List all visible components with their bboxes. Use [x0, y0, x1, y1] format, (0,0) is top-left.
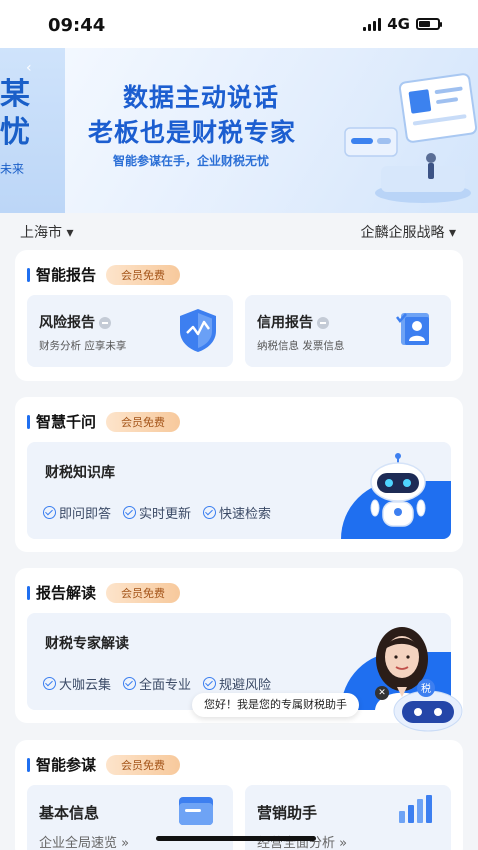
banner-tagline: 智能参谋在手，企业财税无忧: [113, 154, 270, 168]
section-title: 智能参谋: [36, 756, 97, 774]
tag-item: 即问即答: [43, 503, 111, 522]
assistant-greeting-bubble[interactable]: 您好！我是您的专属财税助手: [192, 693, 359, 717]
banner-headline-1: 数据主动说话: [123, 83, 280, 112]
smart-qa-card: 智慧千问 会员免费 财税知识库 即问即答 实时更新 快速检索: [15, 397, 463, 552]
tag-item: 全面专业: [123, 674, 191, 693]
info-icon[interactable]: [99, 317, 111, 329]
member-free-badge: 会员免费: [106, 264, 181, 285]
home-indicator[interactable]: [156, 836, 316, 841]
basic-info-desc: 企业全局速览 »: [39, 836, 130, 850]
section-title: 报告解读: [36, 584, 97, 602]
knowledge-base-title: 财税知识库: [45, 465, 115, 481]
smart-report-card: 智能报告 会员免费 风险报告 财务分析 应享未享 信用报告 纳税信息 发票信息: [15, 250, 463, 381]
status-icons: 4G: [363, 15, 442, 33]
info-icon[interactable]: [317, 317, 329, 329]
member-free-badge: 会员免费: [106, 411, 181, 432]
credit-report-desc: 纳税信息 发票信息: [257, 340, 345, 352]
feature-tags: 大咖云集 全面专业 规避风险: [43, 674, 271, 693]
promo-banner[interactable]: ‹ 某 忧 未来 数据主动说话 老板也是财税专家 智能参谋在手，企业财税无忧: [0, 48, 478, 213]
battery-icon: [416, 18, 442, 30]
risk-report-desc: 财务分析 应享未享: [39, 340, 127, 352]
member-free-badge: 会员免费: [106, 582, 181, 603]
section-header: 智能参谋 会员免费: [27, 754, 181, 775]
status-bar: 09:44 4G: [0, 0, 478, 50]
basic-info-title: 基本信息: [39, 804, 100, 822]
tag-item: 快速检索: [203, 503, 271, 522]
check-circle-icon: [43, 677, 56, 690]
clock: 09:44: [48, 15, 106, 36]
bar-chart-icon: [399, 795, 432, 823]
city-selector[interactable]: 上海市 ▾: [20, 222, 73, 242]
folder-icon: [179, 797, 213, 825]
strategy-selector[interactable]: 企麟企服战略 ▾: [361, 222, 456, 242]
previous-slide-title: 某 忧: [0, 77, 30, 150]
previous-slide-subtitle: 未来: [0, 162, 25, 176]
tag-item: 实时更新: [123, 503, 191, 522]
member-free-badge: 会员免费: [106, 754, 181, 775]
check-circle-icon: [43, 506, 56, 519]
feature-tags: 即问即答 实时更新 快速检索: [43, 503, 271, 522]
tag-item: 规避风险: [203, 674, 271, 693]
tax-badge: 税: [421, 682, 431, 695]
smart-advisor-card: 智能参谋 会员免费 基本信息 企业全局速览 » 营销助手 经营全面分析 »: [15, 740, 463, 850]
credit-report-tile[interactable]: 信用报告 纳税信息 发票信息: [245, 295, 451, 367]
risk-report-title: 风险报告: [39, 312, 111, 332]
expert-interpretation-title: 财税专家解读: [45, 636, 129, 652]
assistant-robot-icon[interactable]: 税: [388, 677, 468, 735]
check-circle-icon: [203, 506, 217, 519]
marketing-assistant-desc: 经营全面分析 »: [257, 836, 348, 850]
dashboard-illustration: [344, 73, 478, 203]
banner-headline-2: 老板也是财税专家: [88, 118, 297, 147]
marketing-assistant-title: 营销助手: [257, 804, 318, 822]
robot-icon: [370, 453, 426, 527]
knowledge-base-tile[interactable]: 财税知识库 即问即答 实时更新 快速检索: [27, 442, 451, 539]
section-marker: [27, 267, 30, 282]
credit-report-title: 信用报告: [257, 312, 329, 332]
section-header: 报告解读 会员免费: [27, 582, 181, 603]
previous-slide[interactable]: ‹ 某 忧 未来: [0, 48, 65, 213]
check-circle-icon: [123, 677, 137, 690]
section-title: 智慧千问: [36, 413, 97, 431]
signal-icon: [363, 17, 382, 31]
section-header: 智慧千问 会员免费: [27, 411, 181, 432]
shield-chart-icon: [180, 309, 216, 352]
section-header: 智能报告 会员免费: [27, 264, 181, 285]
network-type: 4G: [387, 15, 410, 33]
check-circle-icon: [123, 506, 137, 519]
section-marker: [27, 414, 30, 429]
check-circle-icon: [203, 677, 217, 690]
close-icon[interactable]: ✕: [375, 686, 389, 700]
location-bar: 上海市 ▾ 企麟企服战略 ▾: [0, 213, 478, 247]
chevron-left-icon: ‹: [26, 60, 32, 76]
credit-document-icon: [396, 313, 429, 345]
section-marker: [27, 757, 30, 772]
current-slide[interactable]: 数据主动说话 老板也是财税专家 智能参谋在手，企业财税无忧: [65, 48, 478, 213]
section-title: 智能报告: [36, 266, 97, 284]
tag-item: 大咖云集: [43, 674, 111, 693]
risk-report-tile[interactable]: 风险报告 财务分析 应享未享: [27, 295, 233, 367]
section-marker: [27, 585, 30, 600]
